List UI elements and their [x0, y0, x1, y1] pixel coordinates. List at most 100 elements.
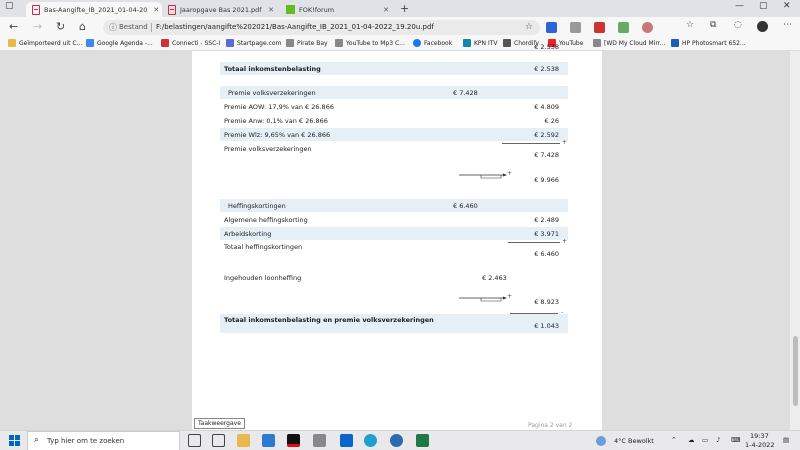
tooltip: Taakweergave [194, 418, 245, 429]
pdf-viewer[interactable]: € 2.538 Totaal inkomstenbelasting € 2.53… [0, 43, 800, 430]
back-icon[interactable]: ← [9, 20, 18, 33]
avatar[interactable] [757, 21, 768, 32]
close-tab-icon[interactable]: ✕ [147, 6, 159, 14]
table-row: Ingehouden loonheffing € 2.463 [220, 271, 568, 284]
amount: € 2.592 [534, 131, 559, 139]
extension-u-icon[interactable] [546, 22, 557, 33]
close-tab-icon[interactable]: ✕ [262, 6, 274, 14]
row-label: Algemene heffingskorting [224, 216, 308, 224]
cortana-icon[interactable] [188, 434, 201, 447]
table-row: Premie Wlz: 9,65% van € 26.866 € 2.592 [220, 128, 568, 141]
tab-aangifte[interactable]: Bas-Aangifte_IB_2021_01-04-20 ✕ [26, 2, 162, 17]
vertical-scrollbar[interactable] [790, 51, 800, 430]
tab-jaaropgave[interactable]: Jaaropgave Bas 2021.pdf ✕ [162, 2, 280, 17]
tab-strip: Bas-Aangifte_IB_2021_01-04-20 ✕ Jaaropga… [0, 0, 800, 17]
address-bar[interactable]: ⓘ Bestand F:/belastingen/aangifte%202021… [103, 20, 540, 35]
scrollbar-thumb[interactable] [793, 336, 798, 406]
bookmark-connecti[interactable]: Connecti - SSC-I [161, 39, 220, 47]
clock-date[interactable]: 1-4-2022 [745, 441, 775, 449]
tab-actions-icon[interactable]: ▢ [5, 1, 14, 11]
file-label: Bestand [119, 23, 148, 31]
extension-circle-icon[interactable] [642, 22, 653, 33]
separator [151, 23, 152, 32]
tab-label: Jaaropgave Bas 2021.pdf [180, 5, 262, 14]
page-number: Pagina 2 van 2 [528, 422, 573, 429]
amount: € 2.538 [534, 65, 559, 73]
collections-icon[interactable]: ⧉ [710, 20, 716, 30]
calendar-icon [86, 39, 94, 47]
file-explorer-icon[interactable] [237, 434, 250, 447]
onedrive-icon[interactable]: ☁ [688, 436, 695, 444]
profile-icon[interactable]: ◌ [734, 20, 742, 30]
amount: € 7.428 [534, 151, 559, 159]
tab-fokforum[interactable]: FOK!forum ✕ [280, 2, 395, 17]
row-label: Totaal inkomstenbelasting [224, 65, 321, 73]
app-icon[interactable] [390, 434, 403, 447]
hp-icon [671, 39, 679, 47]
pdf-icon [168, 4, 176, 15]
search-placeholder: Typ hier om te zoeken [47, 437, 125, 445]
bookmark-hp-photosmart[interactable]: HP Photosmart 652... [671, 39, 746, 47]
tab-label: Bas-Aangifte_IB_2021_01-04-20 [44, 5, 148, 14]
weather-text[interactable]: 4°C Bewolkt [614, 437, 654, 445]
calculator-icon[interactable] [313, 434, 326, 447]
edge-icon[interactable] [364, 434, 377, 447]
search-icon: ⌕ [34, 435, 40, 445]
task-view-icon[interactable] [212, 434, 225, 447]
extension-icon[interactable] [570, 22, 581, 33]
extension-green-icon[interactable] [618, 22, 629, 33]
grand-total-row: Totaal inkomstenbelasting en premie volk… [220, 314, 568, 333]
row-label: Totaal inkomstenbelasting en premie volk… [224, 316, 434, 324]
more-menu-icon[interactable]: ⋯ [783, 20, 792, 30]
taskbar: ⌕ Typ hier om te zoeken 4°C Bewolkt ⌃ ☁ … [0, 430, 800, 450]
extension-red-icon[interactable] [594, 22, 605, 33]
network-icon[interactable]: ▭ [702, 436, 708, 444]
page-icon [593, 39, 601, 47]
row-label: Ingehouden loonheffing [224, 274, 302, 282]
navigation-bar: ← → ↻ ⌂ ⓘ Bestand F:/belastingen/aangift… [0, 17, 800, 37]
amount: € 2.538 [534, 43, 559, 51]
amount: € 2.463 [482, 274, 507, 282]
table-row: € 6.460 [220, 247, 568, 260]
amount: € 2.489 [534, 216, 559, 224]
favorite-star-icon[interactable]: ☆ [525, 22, 533, 32]
minimize-button[interactable]: — [735, 1, 744, 11]
keyboard-icon[interactable]: ⌨ [731, 436, 740, 444]
netflix-icon[interactable] [287, 434, 300, 447]
row-label: Arbeidskorting [224, 230, 272, 238]
excel-icon[interactable] [416, 434, 429, 447]
weather-icon[interactable] [596, 436, 606, 446]
clock-time[interactable]: 19:37 [750, 432, 769, 440]
fok-icon [286, 5, 295, 14]
outlook-icon[interactable] [340, 434, 353, 447]
volume-icon[interactable]: ♪ [716, 436, 720, 444]
start-windows-icon[interactable] [9, 435, 20, 446]
folder-icon [8, 39, 16, 47]
bookmark-wd-my-cloud[interactable]: [WD My Cloud Mirr... [593, 39, 665, 47]
favorites-icon[interactable]: ☆ [686, 20, 694, 30]
bookmark-google-agenda[interactable]: Google Agenda -... [86, 39, 153, 47]
row-label: Premie Anw: 0,1% van € 26.866 [224, 117, 328, 125]
amount: € 7.428 [453, 89, 478, 97]
pdf-page: € 2.538 Totaal inkomstenbelasting € 2.53… [192, 43, 602, 430]
pdf-icon [32, 4, 40, 15]
row-label: Premie volksverzekeringen [228, 89, 316, 97]
table-row: Arbeidskorting € 3.971 [220, 227, 568, 240]
home-icon[interactable]: ⌂ [79, 20, 86, 33]
notifications-icon[interactable]: ▤ [783, 436, 789, 444]
new-tab-button[interactable]: + [400, 2, 409, 15]
bookmark-imported[interactable]: Geïmporteerd uit C... [8, 39, 82, 47]
row-label: Premie Wlz: 9,65% van € 26.866 [224, 131, 331, 139]
info-icon[interactable]: ⓘ [109, 22, 117, 33]
maximize-button[interactable]: ▢ [759, 1, 768, 11]
forward-icon[interactable]: → [33, 20, 42, 33]
close-tab-icon[interactable]: ✕ [377, 6, 389, 14]
refresh-icon[interactable]: ↻ [56, 20, 65, 33]
chevron-up-icon[interactable]: ⌃ [671, 436, 677, 444]
close-window-button[interactable]: ✕ [783, 1, 791, 11]
photos-icon[interactable] [262, 434, 275, 447]
taskbar-search[interactable]: ⌕ Typ hier om te zoeken [27, 431, 180, 450]
tab-label: FOK!forum [299, 5, 335, 14]
url-text[interactable]: F:/belastingen/aangifte%202021/Bas-Aangi… [156, 23, 434, 31]
table-row: Premie AOW: 17,9% van € 26.866 € 4.809 [220, 100, 568, 113]
